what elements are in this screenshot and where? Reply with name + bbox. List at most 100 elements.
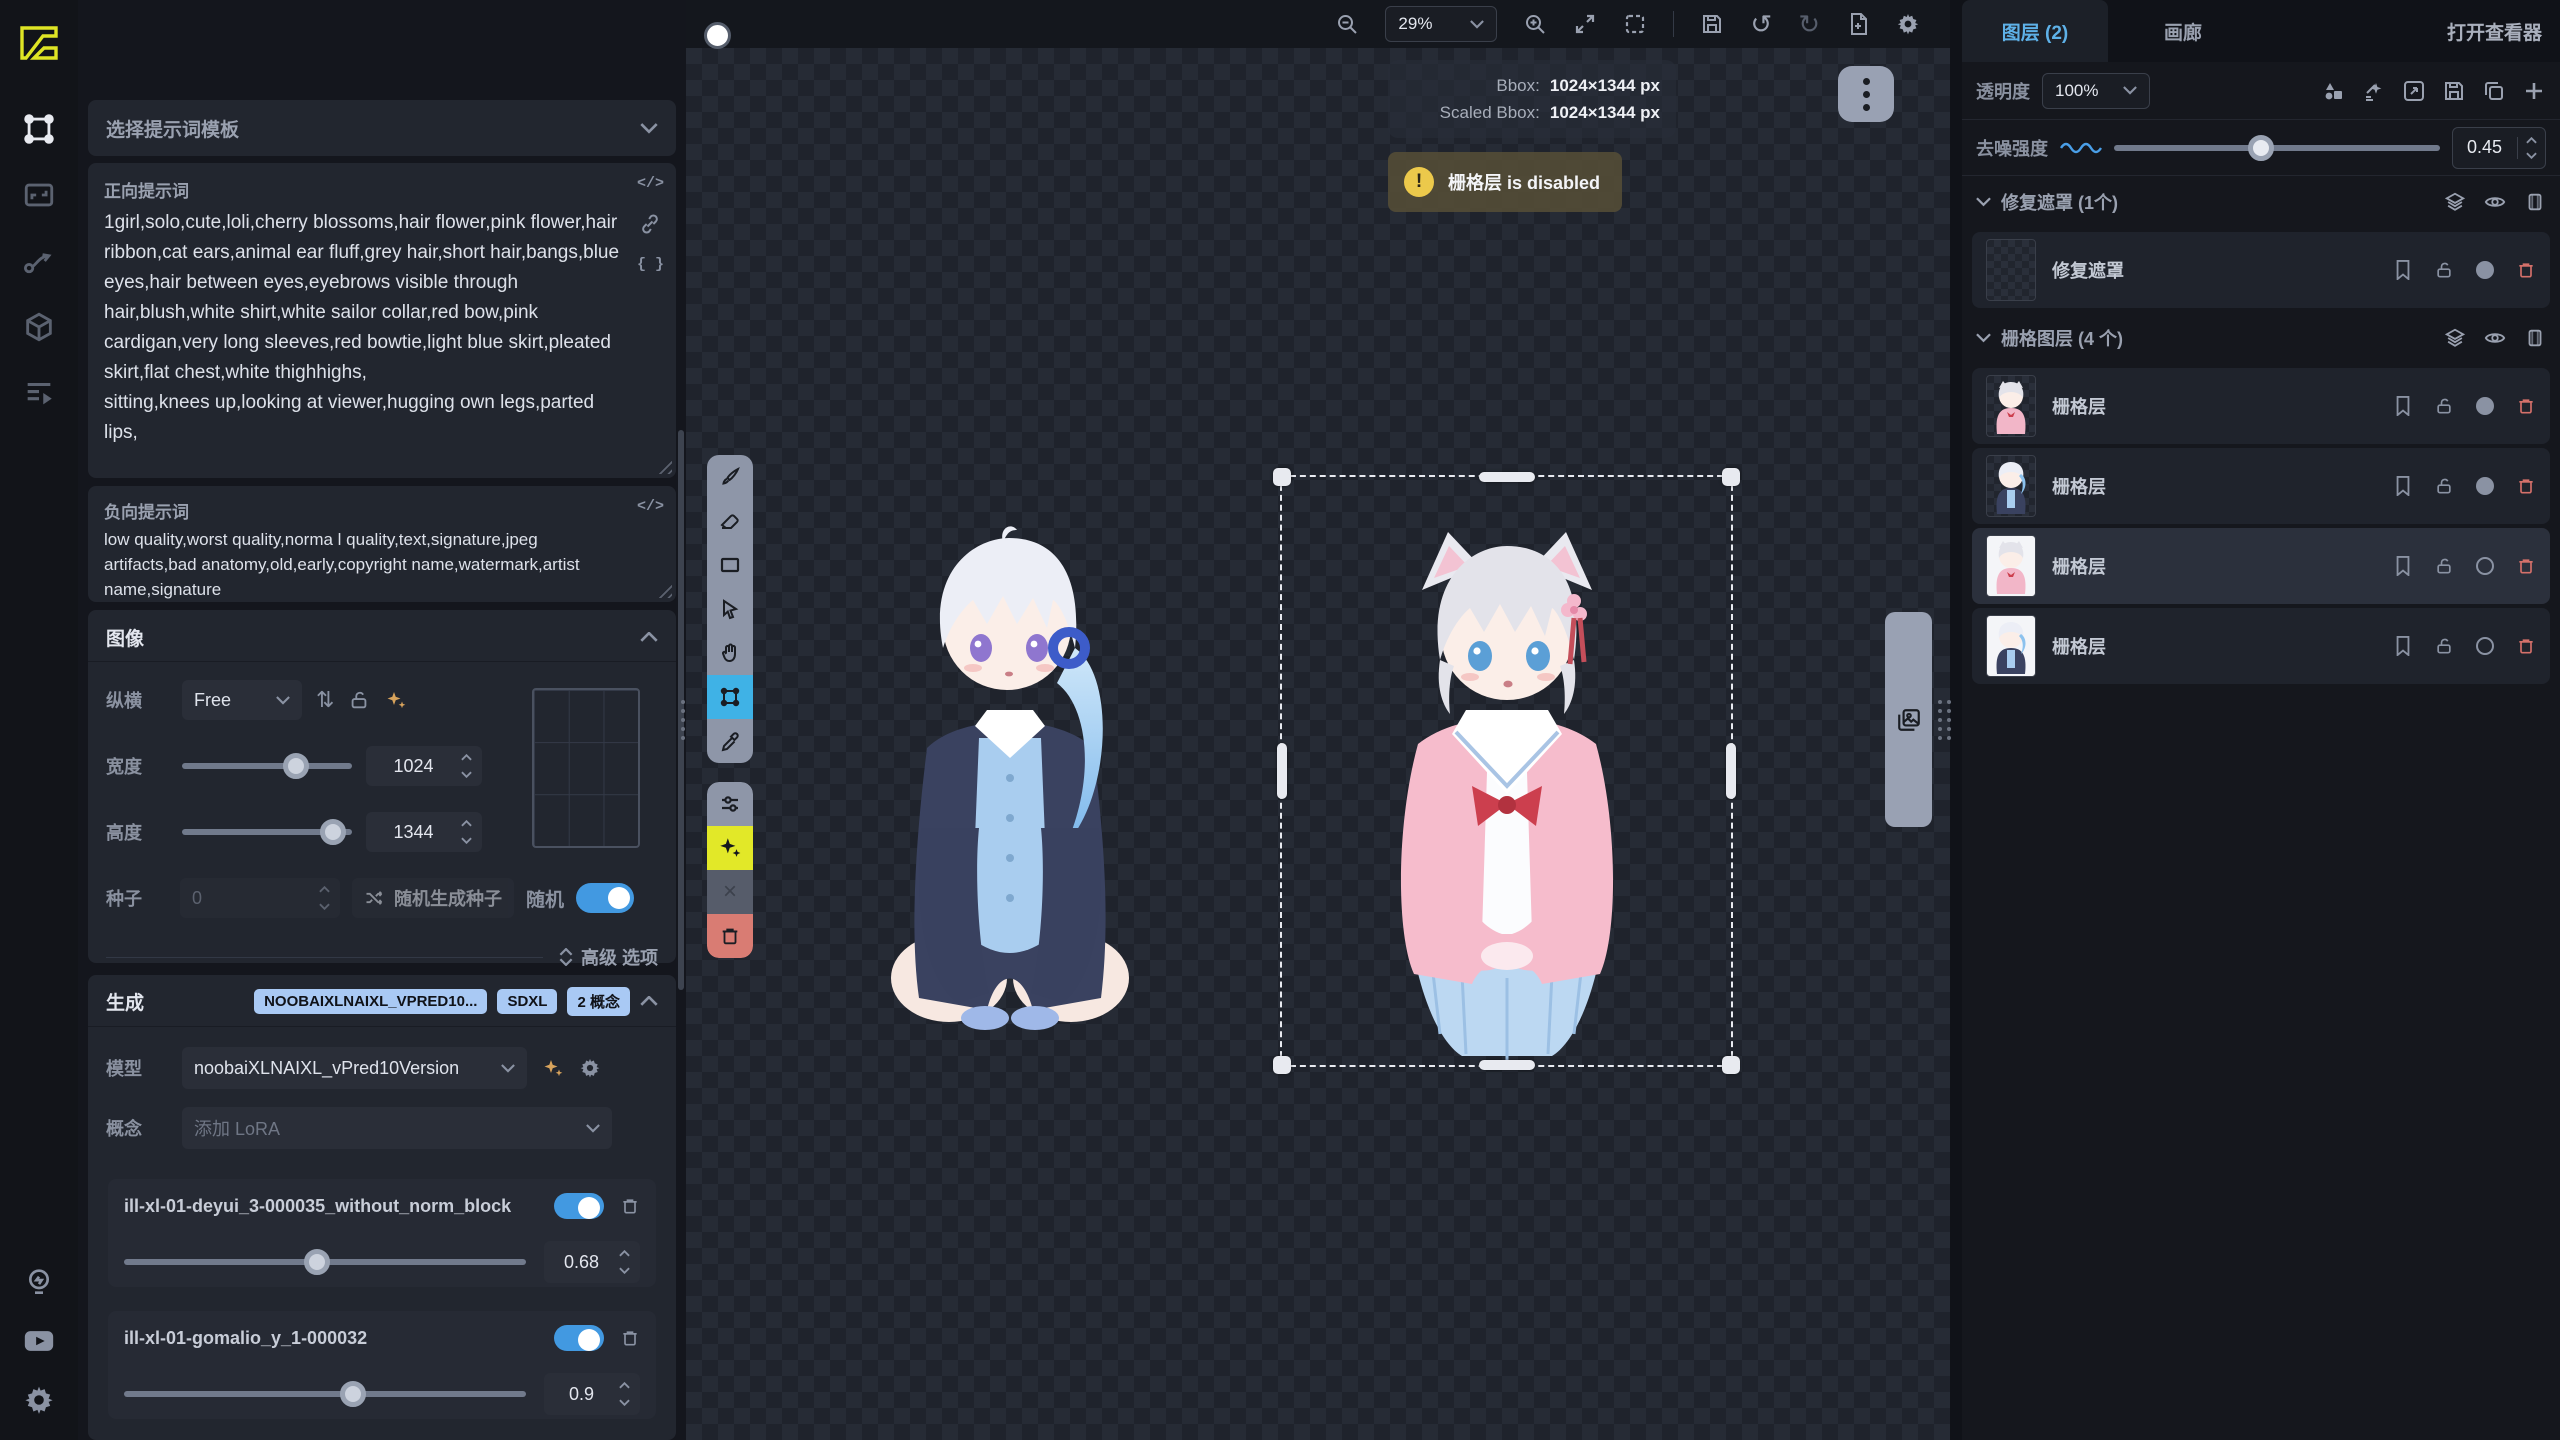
layer-row-raster-3[interactable]: 栅格层 [1972,528,2550,604]
denoise-slider[interactable] [2114,145,2440,151]
height-stepper[interactable] [461,820,482,844]
negative-prompt-box[interactable]: 负向提示词 low quality,worst quality,norma l … [88,486,676,602]
bbox-handle-left[interactable] [1277,743,1287,799]
eye-icon[interactable] [2484,327,2506,349]
layer-row-inpaint-mask[interactable]: 修复遮罩 [1972,232,2550,308]
duplicate-layer-icon[interactable] [2482,79,2506,103]
trash-icon[interactable] [620,1195,640,1217]
lock-open-icon[interactable] [2434,396,2454,416]
eye-icon[interactable] [2484,191,2506,213]
chevron-up-icon[interactable] [640,632,658,643]
save-layer-icon[interactable] [2442,79,2466,103]
gallery-flyout-button[interactable] [1885,612,1932,827]
new-canvas-icon[interactable] [1846,12,1870,36]
layer-row-raster-1[interactable]: 栅格层 [1972,368,2550,444]
save-icon[interactable] [1700,12,1724,36]
nav-models-icon[interactable] [22,310,56,344]
model-select[interactable]: noobaiXLNAIXL_vPred10Version [182,1047,527,1089]
pan-tool-button[interactable] [707,631,753,675]
canvas-stage[interactable]: 29% ↺ ↻ Bbox:1024×1344 px Scaled Bbox:10… [686,0,1950,1440]
bbox-handle-bottom-right[interactable] [1722,1056,1740,1074]
model-sparkle-icon[interactable] [541,1056,565,1080]
opacity-select[interactable]: 100% [2042,73,2150,109]
denoise-stepper[interactable] [2517,137,2545,159]
positive-prompt-box[interactable]: 正向提示词 1girl,solo,cute,loli,cherry blosso… [88,163,676,478]
delete-tool-button[interactable] [707,914,753,958]
trash-icon[interactable] [2516,475,2536,497]
nav-upscale-icon[interactable] [22,178,56,212]
bbox-handle-bottom[interactable] [1479,1060,1535,1070]
resize-handle[interactable] [654,580,672,598]
layer-color-dot[interactable] [2476,637,2494,655]
nav-workflows-icon[interactable] [22,244,56,278]
add-lora-select[interactable]: 添加 LoRA [182,1107,612,1149]
eyedropper-tool-button[interactable] [707,719,753,763]
width-slider[interactable] [182,763,352,769]
settings-gear-icon[interactable] [23,1384,55,1416]
layer-color-dot[interactable] [2476,477,2494,495]
bbox-handle-bottom-left[interactable] [1273,1056,1291,1074]
bookmark-icon[interactable] [2394,556,2412,576]
seed-input[interactable]: 0 [180,878,340,918]
model-settings-gear-icon[interactable] [579,1057,601,1079]
code-embed-icon[interactable]: </> [637,498,664,515]
height-slider[interactable] [182,829,352,835]
height-input[interactable]: 1344 [366,812,482,852]
nav-canvas-icon[interactable] [22,112,56,146]
redo-icon[interactable]: ↻ [1798,11,1820,37]
layer-row-raster-4[interactable]: 栅格层 [1972,608,2550,684]
lora-enabled-toggle[interactable] [554,1193,604,1219]
layer-color-dot[interactable] [2476,261,2494,279]
fit-to-screen-icon[interactable] [1573,12,1597,36]
bookmark-icon[interactable] [2394,396,2412,416]
group-inpaint-mask[interactable]: 修复遮罩 (1个) [1962,176,2560,228]
rect-tool-button[interactable] [707,543,753,587]
lora-weight-slider[interactable] [124,1391,526,1397]
nav-queue-icon[interactable] [22,376,56,410]
prompt-template-selector[interactable]: 选择提示词模板 [88,100,676,156]
aspect-select[interactable]: Free [182,680,302,720]
trash-icon[interactable] [2516,395,2536,417]
swap-dimensions-icon[interactable]: ⇅ [316,687,334,713]
bbox-handle-right[interactable] [1726,743,1736,799]
lora-enabled-toggle[interactable] [554,1325,604,1351]
eraser-tool-button[interactable] [707,499,753,543]
lora-weight-input[interactable]: 0.9 [544,1373,640,1415]
lora-weight-input[interactable]: 0.68 [544,1241,640,1283]
canvas-settings-gear-icon[interactable] [1896,12,1920,36]
link-icon[interactable] [640,214,660,234]
layer-color-dot[interactable] [2476,557,2494,575]
negative-prompt-text[interactable]: low quality,worst quality,norma l qualit… [104,527,622,602]
zoom-out-icon[interactable] [1335,12,1359,36]
color-swatch[interactable] [704,22,731,49]
trash-icon[interactable] [620,1327,640,1349]
flatten-sparkle-icon[interactable] [2362,79,2386,103]
layers-stack-icon[interactable] [2444,191,2466,213]
bookmark-icon[interactable] [2394,636,2412,656]
trash-icon[interactable] [2516,555,2536,577]
bbox-handle-top-right[interactable] [1722,468,1740,486]
youtube-icon[interactable] [22,1324,56,1358]
random-seed-button[interactable]: 随机生成种子 [352,878,514,918]
code-embed-icon[interactable]: </> [637,175,664,192]
panel-resize-grip[interactable] [1938,700,1951,740]
zoom-level-select[interactable]: 29% [1385,6,1497,42]
lock-open-icon[interactable] [348,689,370,711]
width-input[interactable]: 1024 [366,746,482,786]
merge-layers-icon[interactable] [2322,79,2346,103]
denoise-input[interactable]: 0.45 [2452,127,2546,169]
layers-stack-icon[interactable] [2444,327,2466,349]
bookmark-icon[interactable] [2394,476,2412,496]
lock-open-icon[interactable] [2434,260,2454,280]
open-viewer-link[interactable]: 打开查看器 [2447,18,2542,45]
layer-row-raster-2[interactable]: 栅格层 [1972,448,2550,524]
fit-bbox-icon[interactable] [1623,12,1647,36]
trash-icon[interactable] [2516,635,2536,657]
tab-gallery[interactable]: 画廊 [2108,0,2258,62]
positive-prompt-text[interactable]: 1girl,solo,cute,loli,cherry blossoms,hai… [104,208,622,448]
bbox-handle-top[interactable] [1479,472,1535,482]
lora-weight-slider[interactable] [124,1259,526,1265]
cancel-tool-button[interactable]: × [707,870,753,914]
group-raster-layers[interactable]: 栅格图层 (4 个) [1962,312,2560,364]
brush-tool-button[interactable] [707,455,753,499]
